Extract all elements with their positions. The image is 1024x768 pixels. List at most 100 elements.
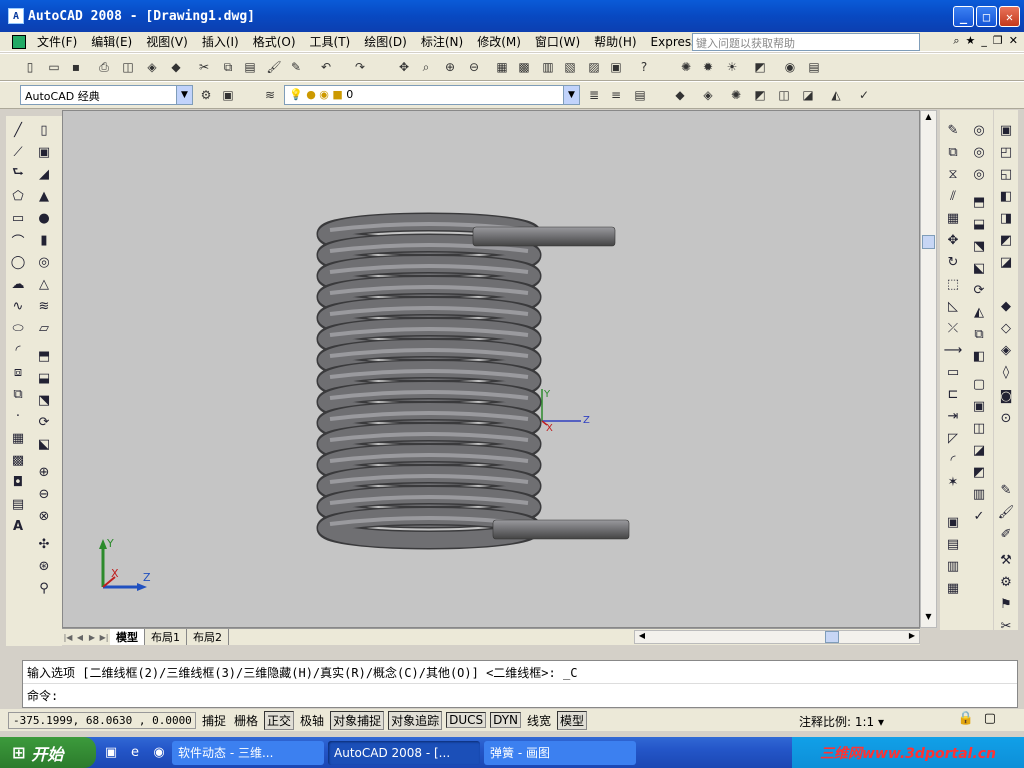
menu-view[interactable]: 视图(V) bbox=[139, 33, 195, 50]
minimize-button[interactable]: _ bbox=[953, 6, 974, 27]
sw-iso-icon[interactable]: ◆ bbox=[996, 296, 1016, 316]
show-desktop-icon[interactable]: ▣ bbox=[102, 744, 120, 762]
materials-icon[interactable]: ▤ bbox=[804, 57, 824, 77]
last-tab-icon[interactable]: ▶| bbox=[98, 633, 110, 642]
copy-object-icon[interactable]: ⧉ bbox=[943, 142, 963, 162]
menu-help[interactable]: 帮助(H) bbox=[587, 33, 643, 50]
ne-iso-icon[interactable]: ◈ bbox=[996, 340, 1016, 360]
pan-icon[interactable]: ✥ bbox=[394, 57, 414, 77]
construction-line-icon[interactable]: ⟋ bbox=[8, 142, 28, 162]
extrude-icon[interactable]: ⬒ bbox=[34, 346, 54, 366]
save-workspace-icon[interactable]: ▣ bbox=[218, 85, 238, 105]
array-icon[interactable]: ▦ bbox=[943, 208, 963, 228]
color-edges-icon[interactable]: ▣ bbox=[969, 396, 989, 416]
task-autocad[interactable]: AutoCAD 2008 - [... bbox=[328, 740, 480, 765]
extend-icon[interactable]: ⟶ bbox=[943, 340, 963, 360]
scroll-left-icon[interactable]: ◀ bbox=[635, 631, 649, 643]
lock-icon[interactable]: 🔒 bbox=[958, 711, 974, 726]
color-faces-icon[interactable]: ◧ bbox=[969, 346, 989, 366]
menu-dimension[interactable]: 标注(N) bbox=[414, 33, 470, 50]
region-icon[interactable]: ◘ bbox=[8, 472, 28, 492]
polygon-icon[interactable]: ⬠ bbox=[8, 186, 28, 206]
offset-icon[interactable]: ⫽ bbox=[943, 186, 963, 206]
spline-icon[interactable]: ∿ bbox=[8, 296, 28, 316]
torus-icon[interactable]: ◎ bbox=[34, 252, 54, 272]
chamfer-icon[interactable]: ◸ bbox=[943, 428, 963, 448]
pyramid-icon[interactable]: △ bbox=[34, 274, 54, 294]
separate-icon[interactable]: ◩ bbox=[969, 462, 989, 482]
zoom-window-icon[interactable]: ⊕ bbox=[440, 57, 460, 77]
mirror-icon[interactable]: ⧖ bbox=[943, 164, 963, 184]
annotation-scale[interactable]: 注释比例: 1:1 ▾ bbox=[799, 713, 884, 730]
design-center-icon[interactable]: ▩ bbox=[514, 57, 534, 77]
light-2-icon[interactable]: ✹ bbox=[698, 57, 718, 77]
rotate-icon[interactable]: ↻ bbox=[943, 252, 963, 272]
3d-align-icon[interactable]: ⚲ bbox=[34, 578, 54, 598]
star-icon[interactable]: ★ bbox=[966, 34, 976, 48]
gradient-icon[interactable]: ▩ bbox=[8, 450, 28, 470]
cone-icon[interactable]: ▲ bbox=[34, 186, 54, 206]
presspull-icon[interactable]: ⬓ bbox=[34, 368, 54, 388]
model-toggle[interactable]: 模型 bbox=[557, 710, 588, 730]
edit-pencil-icon[interactable]: ✎ bbox=[996, 480, 1016, 500]
document-icon[interactable] bbox=[12, 34, 26, 49]
subtract-icon[interactable]: ⊖ bbox=[34, 484, 54, 504]
insert-block-icon[interactable]: ⧈ bbox=[8, 362, 28, 382]
save-icon[interactable]: ▪ bbox=[66, 57, 86, 77]
search-icon[interactable]: ⌕ bbox=[953, 34, 959, 48]
doc-minimize-button[interactable]: _ bbox=[981, 34, 987, 48]
cylinder-icon[interactable]: ▮ bbox=[34, 230, 54, 250]
shell-icon[interactable]: ▥ bbox=[969, 484, 989, 504]
scroll-thumb[interactable] bbox=[922, 235, 935, 249]
ellipse-icon[interactable]: ⬭ bbox=[8, 318, 28, 338]
ellipse-arc-icon[interactable]: ◜ bbox=[8, 340, 28, 360]
camera-icon[interactable]: ◙ bbox=[996, 386, 1016, 406]
trim-icon[interactable]: ⤫ bbox=[943, 318, 963, 338]
redo-icon[interactable]: ↷ bbox=[350, 57, 370, 77]
brush-icon[interactable]: ✐ bbox=[996, 524, 1016, 544]
intersect-icon[interactable]: ⊗ bbox=[34, 506, 54, 526]
delete-faces-icon[interactable]: ⬕ bbox=[969, 258, 989, 278]
task-paint[interactable]: 弹簧 - 画图 bbox=[484, 740, 636, 765]
extrude-faces-icon[interactable]: ⬒ bbox=[969, 192, 989, 212]
menu-tools[interactable]: 工具(T) bbox=[303, 33, 358, 50]
print-preview-icon[interactable]: ◫ bbox=[118, 57, 138, 77]
publish-icon[interactable]: ◈ bbox=[142, 57, 162, 77]
help-search-input[interactable]: 键入问题以获取帮助 bbox=[692, 33, 920, 51]
sheet-set-icon[interactable]: ▧ bbox=[560, 57, 580, 77]
paint-icon[interactable]: 🖌 bbox=[996, 502, 1016, 522]
layer-properties-icon[interactable]: ≋ bbox=[260, 85, 280, 105]
imprint-icon[interactable]: ◫ bbox=[969, 418, 989, 438]
ducs-toggle[interactable]: DUCS bbox=[446, 712, 487, 728]
cut-icon[interactable]: ✂ bbox=[194, 57, 214, 77]
tool-b-icon[interactable]: ⚙ bbox=[996, 572, 1016, 592]
make-block-icon[interactable]: ⧉ bbox=[8, 384, 28, 404]
polyline-icon[interactable]: ⮑ bbox=[8, 164, 28, 184]
web-icon[interactable]: ◉ bbox=[780, 57, 800, 77]
horizontal-scrollbar[interactable]: ◀ ▶ bbox=[634, 630, 920, 644]
menu-draw[interactable]: 绘图(D) bbox=[357, 33, 414, 50]
helix-icon[interactable]: ≋ bbox=[34, 296, 54, 316]
break-at-point-icon[interactable]: ▭ bbox=[943, 362, 963, 382]
plot-icon[interactable]: ◭ bbox=[826, 85, 846, 105]
explode-icon[interactable]: ✶ bbox=[943, 472, 963, 492]
menu-format[interactable]: 格式(O) bbox=[246, 33, 303, 50]
command-window[interactable]: 输入选项 [二维线框(2)/三维线框(3)/三维隐藏(H)/真实(R)/概念(C… bbox=[22, 660, 1018, 708]
move-icon[interactable]: ✥ bbox=[943, 230, 963, 250]
draw-order-front-icon[interactable]: ▣ bbox=[943, 512, 963, 532]
environment-icon[interactable]: ◪ bbox=[798, 85, 818, 105]
new-file-icon[interactable]: ▯ bbox=[20, 57, 40, 77]
layer-previous-icon[interactable]: ≡ bbox=[606, 85, 626, 105]
material-icon[interactable]: ◫ bbox=[774, 85, 794, 105]
clean-icon[interactable]: ◪ bbox=[969, 440, 989, 460]
dyn-toggle[interactable]: DYN bbox=[490, 712, 522, 728]
render-window-icon[interactable]: ◩ bbox=[750, 85, 770, 105]
sweep-icon[interactable]: ⬔ bbox=[34, 390, 54, 410]
check-icon[interactable]: ✓ bbox=[854, 85, 874, 105]
3d-dwf-icon[interactable]: ◆ bbox=[166, 57, 186, 77]
menu-insert[interactable]: 插入(I) bbox=[195, 33, 246, 50]
union-solid-icon[interactable]: ◎ bbox=[969, 120, 989, 140]
copy-icon[interactable]: ⧉ bbox=[218, 57, 238, 77]
scroll-up-icon[interactable]: ▲ bbox=[922, 112, 935, 126]
back-view-icon[interactable]: ◪ bbox=[996, 252, 1016, 272]
